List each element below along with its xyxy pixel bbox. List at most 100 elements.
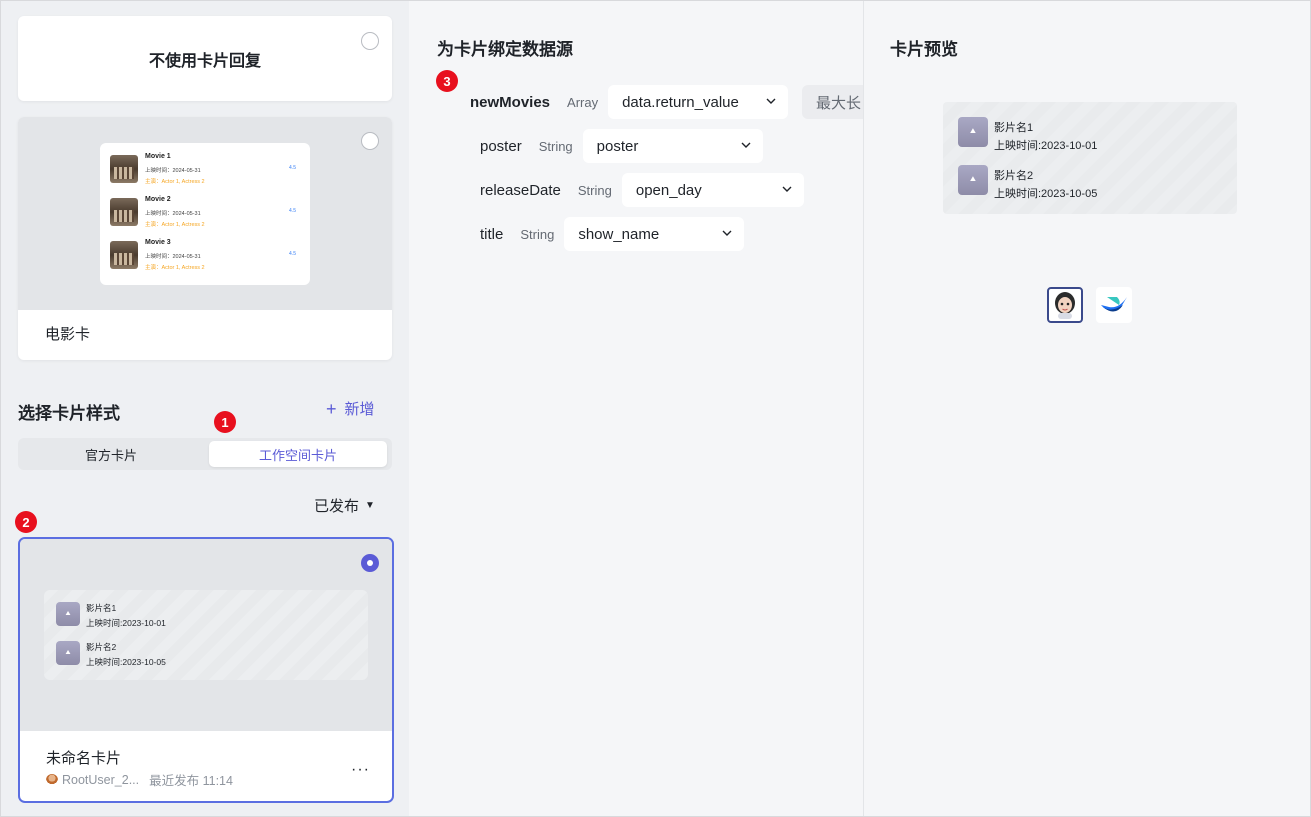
select-value: show_name — [578, 225, 660, 243]
binding-row-poster: poster String poster — [480, 129, 763, 163]
list-item: ⛰ 影片名2 上映时间:2023-10-05 — [56, 641, 256, 671]
title-source-select[interactable]: show_name — [564, 217, 745, 251]
field-name: newMovies — [470, 93, 551, 111]
movie-title: 影片名2 — [86, 642, 117, 652]
unnamed-card-option[interactable]: ⛰ 影片名1 上映时间:2023-10-01 ⛰ 影片名2 上映时间:2023-… — [18, 537, 394, 803]
list-item: ⛰ 影片名1 上映时间:2023-10-01 — [56, 602, 256, 632]
mini-movie-actors: 主演：Actor 1, Actress 2 — [145, 222, 205, 228]
movie-card-radio[interactable] — [361, 132, 379, 150]
field-type: String — [520, 226, 555, 242]
add-card-label: 新增 — [344, 401, 375, 418]
card-source-tabs: 官方卡片 工作空间卡片 — [18, 438, 392, 470]
movie-card-preview: Movie 1 上映时间：2024-05-31 主演：Actor 1, Actr… — [18, 117, 392, 310]
field-name: title — [480, 225, 504, 243]
field-type: String — [577, 182, 612, 198]
releasedate-source-select[interactable]: open_day — [621, 173, 804, 207]
tab-workspace-cards[interactable]: 工作空间卡片 — [209, 441, 387, 467]
mini-movie-title: Movie 2 — [145, 196, 171, 203]
section-title: 选择卡片样式 — [18, 404, 120, 423]
mini-movie-actors: 主演：Actor 1, Actress 2 — [145, 179, 205, 185]
mini-movie-row: Movie 2 上映时间：2024-05-31 主演：Actor 1, Actr… — [110, 194, 300, 230]
chevron-down-icon — [722, 230, 732, 236]
image-placeholder-icon: ⛰ — [56, 602, 80, 626]
movie-card-name: 电影卡 — [45, 326, 91, 343]
mini-movie-score: 4.5 — [289, 251, 296, 257]
unnamed-card-thumbnail: ⛰ 影片名1 上映时间:2023-10-01 ⛰ 影片名2 上映时间:2023-… — [44, 590, 368, 680]
no-card-label: 不使用卡片回复 — [148, 52, 261, 70]
field-type: Array — [567, 94, 599, 110]
data-binding-panel: 为卡片绑定数据源 3 newMovies Array data.return_v… — [410, 1, 863, 816]
select-value: data.return_value — [622, 93, 739, 111]
add-card-button[interactable]: + 新增 — [326, 398, 375, 419]
card-published-time: 最近发布 11:14 — [149, 774, 233, 788]
root-source-select[interactable]: data.return_value — [608, 85, 789, 119]
mini-movie-score: 4.5 — [289, 208, 296, 214]
card-preview-panel: 卡片预览 ⛰ 影片名1 上映时间:2023-10-01 ⛰ 影片名2 上映时间:… — [864, 1, 1310, 816]
chevron-down-icon — [766, 98, 776, 104]
step-badge-3: 3 — [436, 70, 458, 92]
preview-title: 卡片预览 — [890, 40, 958, 59]
select-value: open_day — [635, 181, 702, 199]
list-item: ⛰ 影片名2 上映时间:2023-10-05 — [958, 165, 1158, 200]
movie-card-thumbnail: Movie 1 上映时间：2024-05-31 主演：Actor 1, Actr… — [100, 143, 310, 285]
no-card-radio[interactable] — [361, 32, 379, 50]
mini-movie-row: Movie 3 上映时间：2024-05-31 主演：Actor 1, Actr… — [110, 237, 300, 273]
movie-date: 上映时间:2023-10-05 — [994, 188, 1098, 200]
poster-source-select[interactable]: poster — [582, 129, 763, 163]
avatar-image — [1055, 292, 1075, 319]
field-name: poster — [480, 137, 522, 155]
chevron-down-icon — [782, 186, 792, 192]
chevron-down-icon — [741, 142, 751, 148]
plus-icon: + — [326, 398, 337, 419]
mini-movie-date: 上映时间：2024-05-31 — [145, 211, 201, 217]
unnamed-card-name: 未命名卡片 — [46, 750, 122, 767]
unnamed-card-radio[interactable] — [361, 554, 379, 572]
card-preview: ⛰ 影片名1 上映时间:2023-10-01 ⛰ 影片名2 上映时间:2023-… — [943, 102, 1237, 214]
card-style-panel: 不使用卡片回复 Movie 1 上映时间：2024-05-31 主演：Actor… — [1, 1, 409, 816]
mini-movie-date: 上映时间：2024-05-31 — [145, 254, 201, 260]
mini-movie-row: Movie 1 上映时间：2024-05-31 主演：Actor 1, Actr… — [110, 151, 300, 187]
caret-down-icon: ▼ — [365, 500, 375, 511]
mini-movie-title: Movie 3 — [145, 239, 171, 246]
movie-poster-image — [110, 241, 138, 269]
step-badge-2: 2 — [15, 511, 37, 533]
bird-logo-image — [1101, 297, 1127, 312]
max-length-input[interactable]: 最大长 — [802, 85, 863, 119]
field-name: releaseDate — [480, 181, 561, 199]
field-type: String — [538, 138, 573, 154]
movie-poster-image — [110, 155, 138, 183]
movie-title: 影片名2 — [994, 170, 1034, 182]
movie-date: 上映时间:2023-10-01 — [994, 140, 1098, 152]
status-filter-dropdown[interactable]: 已发布 ▼ — [314, 495, 375, 516]
mini-movie-date: 上映时间：2024-05-31 — [145, 168, 201, 174]
image-placeholder-icon: ⛰ — [56, 641, 80, 665]
binding-row-releasedate: releaseDate String open_day — [480, 173, 804, 207]
movie-date: 上映时间:2023-10-01 — [86, 618, 166, 628]
more-options-icon[interactable]: ··· — [351, 761, 370, 779]
mini-movie-actors: 主演：Actor 1, Actress 2 — [145, 265, 205, 271]
movie-date: 上映时间:2023-10-05 — [86, 657, 166, 667]
movie-title: 影片名1 — [86, 603, 117, 613]
list-item: ⛰ 影片名1 上映时间:2023-10-01 — [958, 117, 1158, 152]
movie-card-option[interactable]: Movie 1 上映时间：2024-05-31 主演：Actor 1, Actr… — [18, 117, 392, 360]
mini-movie-title: Movie 1 — [145, 153, 171, 160]
movie-title: 影片名1 — [994, 122, 1034, 134]
bird-logo-icon[interactable] — [1096, 287, 1132, 323]
binding-row-root: newMovies Array data.return_value — [470, 85, 789, 119]
select-value: poster — [596, 137, 639, 155]
card-author: RootUser_2... — [62, 772, 140, 787]
mini-movie-score: 4.5 — [289, 165, 296, 171]
no-card-option[interactable]: 不使用卡片回复 — [18, 16, 392, 101]
movie-poster-image — [110, 198, 138, 226]
binding-row-title: title String show_name — [480, 217, 745, 251]
user-avatar-icon — [46, 773, 58, 786]
image-placeholder-icon: ⛰ — [958, 117, 988, 147]
status-filter-label: 已发布 — [314, 498, 360, 515]
step-badge-1: 1 — [214, 411, 236, 433]
max-length-label: 最大长 — [816, 94, 862, 112]
avatar-icon[interactable] — [1047, 287, 1083, 323]
data-binding-title: 为卡片绑定数据源 — [437, 40, 573, 59]
unnamed-card-preview: ⛰ 影片名1 上映时间:2023-10-01 ⛰ 影片名2 上映时间:2023-… — [20, 539, 392, 731]
tab-official-cards[interactable]: 官方卡片 — [21, 441, 201, 467]
card-meta: RootUser_2... 最近发布 11:14 — [46, 770, 233, 789]
